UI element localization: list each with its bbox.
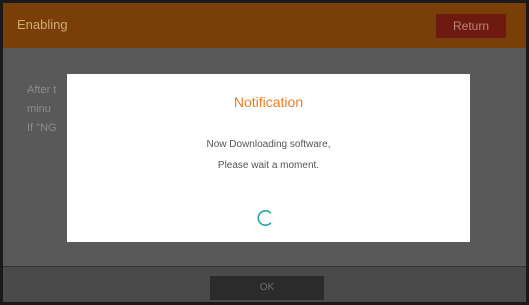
return-button[interactable]: Return: [436, 14, 506, 38]
page-title: Enabling: [17, 17, 68, 32]
device-screen: Enabling Return After t minu If "NG OK N…: [3, 3, 526, 302]
instruction-line-1: After t: [27, 84, 57, 96]
top-bar: Enabling Return: [3, 3, 526, 48]
instruction-text: After t minu If "NG: [27, 81, 57, 138]
instruction-line-3: If "NG: [27, 122, 57, 134]
dialog-message-line-2: Please wait a moment.: [217, 160, 320, 171]
notification-dialog: Notification Now Downloading software, P…: [67, 74, 470, 242]
dialog-title: Notification: [233, 94, 304, 110]
loading-spinner-icon: [257, 210, 272, 226]
dialog-message-line-1: Now Downloading software,: [206, 139, 331, 150]
instruction-line-2: minu: [27, 103, 51, 115]
ok-button[interactable]: OK: [210, 276, 324, 300]
bottom-bar: OK: [3, 266, 526, 302]
